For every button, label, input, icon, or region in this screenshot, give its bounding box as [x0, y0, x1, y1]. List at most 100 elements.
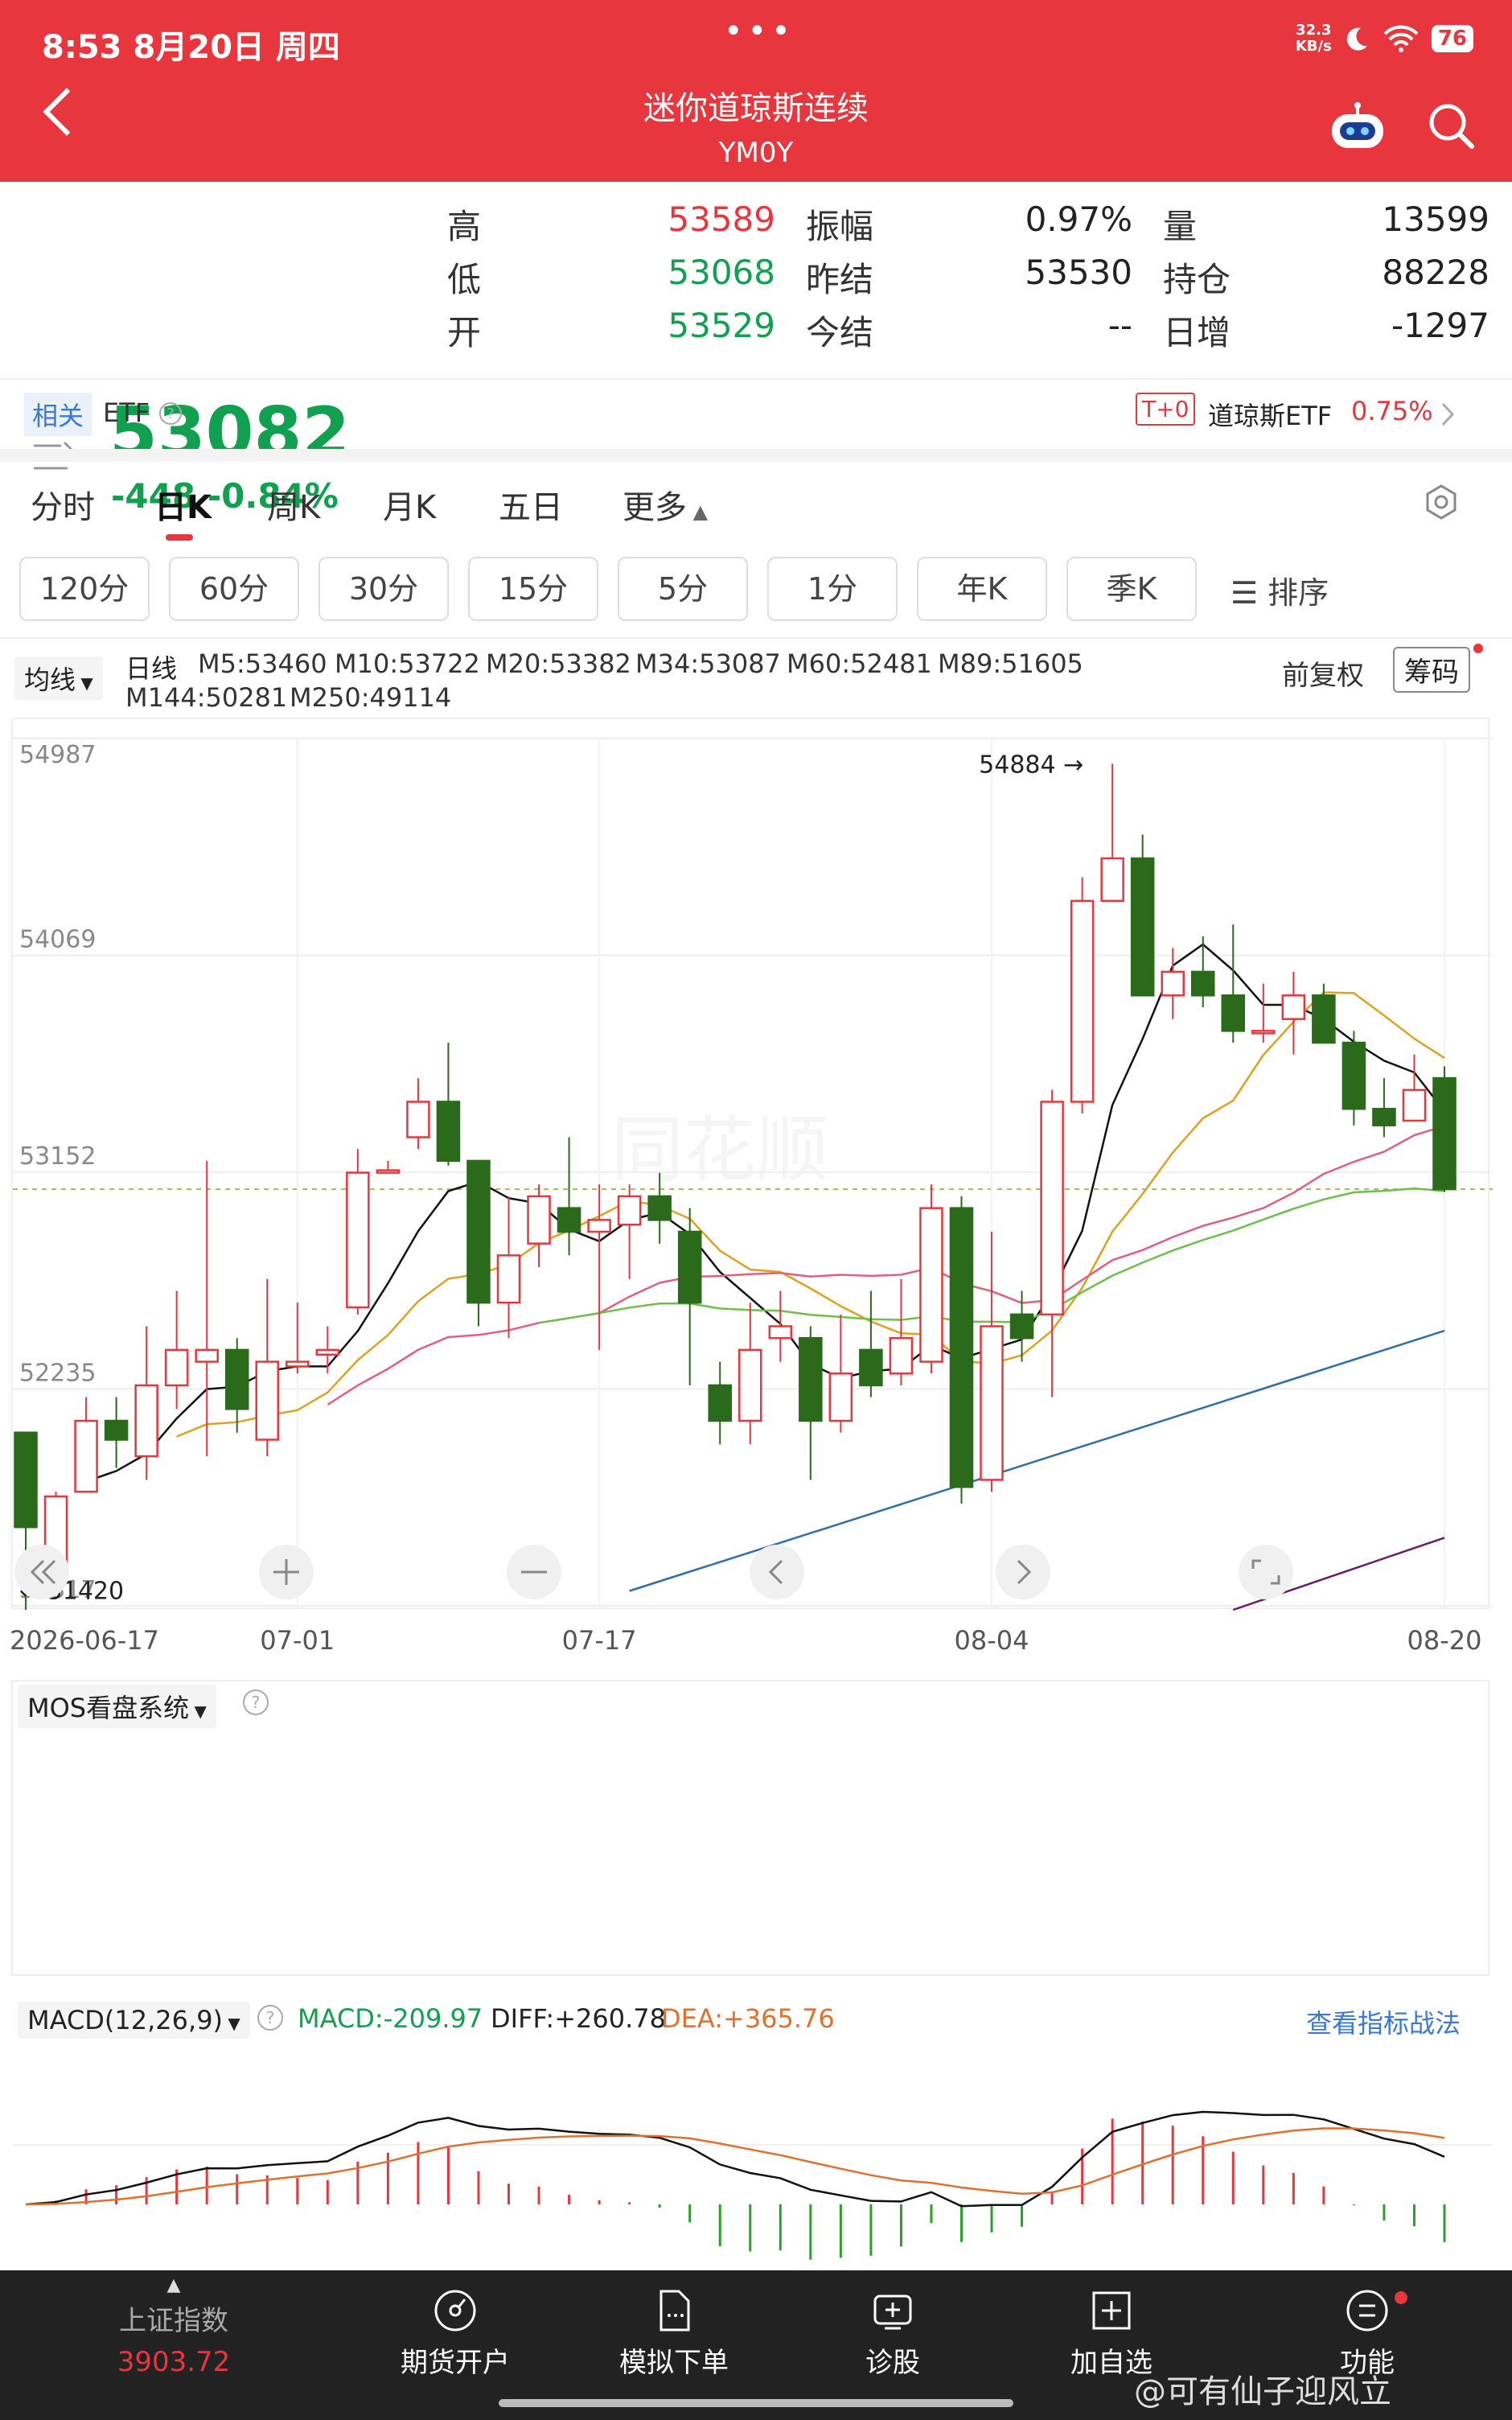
kline-chart[interactable]: 同花顺 5498754069531525223551317 2026-06-17…	[0, 708, 1512, 1665]
candle	[1190, 936, 1215, 1007]
period-60m[interactable]: 60分	[169, 557, 299, 621]
period-quarter-k[interactable]: 季K	[1066, 557, 1197, 621]
scroll-left-button[interactable]	[750, 1545, 804, 1599]
x-tick-label: 2026-06-17	[10, 1625, 159, 1656]
scroll-left-fast-button[interactable]	[14, 1545, 69, 1599]
page-subtitle: YM0Y	[718, 137, 794, 169]
diff-value: DIFF:+260.78	[491, 2003, 666, 2034]
candle-body	[346, 1171, 370, 1309]
candle	[708, 1361, 732, 1445]
candle	[466, 1159, 491, 1327]
etf-label: ETF	[103, 397, 150, 428]
assistant-robot-icon[interactable]	[1327, 101, 1388, 153]
candle	[859, 1290, 883, 1397]
ma60-label: M60:52481	[787, 648, 932, 679]
period-15m[interactable]: 15分	[468, 557, 598, 621]
period-120m[interactable]: 120分	[19, 557, 150, 621]
candle	[980, 1232, 1004, 1492]
candle-body	[1402, 1089, 1427, 1122]
candle	[1161, 948, 1185, 1019]
candle-body	[919, 1207, 943, 1363]
zoom-out-button[interactable]	[507, 1545, 561, 1599]
macd-select[interactable]: MACD(12,26,9) ▼	[18, 2002, 250, 2039]
nav-open-account[interactable]: 期货开户	[359, 2270, 552, 2380]
nav-diagnose[interactable]: 诊股	[796, 2270, 989, 2380]
value-daily-inc: -1297	[1391, 306, 1489, 345]
dea-value: DEA:+365.76	[661, 2003, 835, 2034]
zoom-in-button[interactable]	[259, 1545, 314, 1599]
high-marker: 54884 →	[979, 751, 1083, 779]
candle	[1432, 1066, 1457, 1192]
adjust-toggle[interactable]: 前复权	[1282, 653, 1364, 693]
nav-sim-order[interactable]: 模拟下单	[577, 2270, 770, 2380]
candle-body	[496, 1254, 521, 1304]
candle	[1281, 971, 1306, 1055]
nav-functions[interactable]: 功能	[1271, 2270, 1464, 2380]
tab-intraday[interactable]: 分时	[31, 481, 95, 528]
help-icon[interactable]: ?	[158, 401, 183, 426]
candle	[195, 1160, 219, 1457]
candle-body	[799, 1336, 823, 1422]
candle	[255, 1278, 280, 1457]
search-icon[interactable]	[1425, 100, 1477, 151]
settings-icon[interactable]	[1422, 483, 1461, 521]
nav-add-watchlist[interactable]: 加自选	[1015, 2270, 1208, 2380]
scroll-right-button[interactable]	[996, 1545, 1050, 1599]
battery-badge: 76	[1431, 25, 1473, 52]
candle-body	[1341, 1041, 1366, 1110]
candle-body	[315, 1348, 340, 1356]
notification-dot	[1395, 2291, 1407, 2304]
svg-text:?: ?	[266, 2008, 275, 2027]
label-open: 开	[447, 313, 482, 352]
sort-button[interactable]: ☰ 排序	[1231, 568, 1329, 612]
tab-more[interactable]: 更多 ▲	[622, 481, 708, 528]
fullscreen-button[interactable]	[1239, 1545, 1293, 1599]
y-tick-label: 53152	[19, 1142, 96, 1171]
candle	[738, 1303, 762, 1445]
nav-index[interactable]: ▲ 上证指数 3903.72	[77, 2270, 270, 2378]
candle	[1251, 983, 1276, 1043]
ma10-label: M10:53722	[335, 648, 480, 679]
candle	[1372, 1078, 1396, 1138]
candle-body	[859, 1348, 883, 1387]
candle-body	[1130, 857, 1155, 997]
header-bar: 8:53 8月20日 周四 ••• 32.3 KB/s 76 迷你道琼斯连续 YM…	[0, 0, 1512, 182]
tab-weekly-k[interactable]: 周K	[267, 481, 320, 528]
period-year-k[interactable]: 年K	[917, 557, 1047, 621]
ma20-label: M20:53382	[486, 648, 631, 679]
candle-body	[1100, 857, 1124, 903]
candle	[104, 1397, 129, 1468]
tab-monthly-k[interactable]: 月K	[383, 481, 436, 528]
value-open: 53529	[668, 306, 775, 345]
candle-body	[1432, 1076, 1457, 1191]
chips-button[interactable]: 筹码	[1393, 647, 1470, 693]
more-dots-icon[interactable]: •••	[724, 13, 795, 50]
help-icon[interactable]: ?	[256, 2003, 285, 2032]
list-icon: ☰	[1231, 575, 1259, 611]
candle	[677, 1208, 702, 1385]
candle	[1221, 924, 1246, 1043]
y-tick-label: 54987	[19, 741, 96, 769]
period-5m[interactable]: 5分	[618, 557, 748, 621]
ma-select[interactable]: 均线 ▼	[14, 656, 103, 700]
period-1m[interactable]: 1分	[767, 557, 898, 621]
label-amplitude: 振幅	[806, 207, 874, 246]
candle	[949, 1196, 974, 1504]
moon-icon	[1346, 27, 1367, 51]
candle	[889, 1278, 914, 1385]
tab-five-day[interactable]: 五日	[499, 481, 563, 528]
caret-down-icon: ▼	[76, 673, 93, 693]
etf-row[interactable]: 相关 ETF ? T+0 道琼斯ETF 0.75%	[0, 378, 1512, 449]
candle	[1070, 877, 1095, 1114]
candle	[436, 1043, 461, 1166]
svg-text:同花顺: 同花顺	[611, 1108, 828, 1192]
value-open-interest: 88228	[1382, 253, 1489, 292]
period-30m[interactable]: 30分	[318, 557, 449, 621]
tab-daily-k[interactable]: 日K	[154, 481, 212, 528]
candle	[557, 1137, 581, 1256]
label-high: 高	[447, 207, 482, 246]
home-indicator	[499, 2399, 1013, 2407]
label-prev-settle: 昨结	[806, 260, 874, 299]
candle-body	[828, 1373, 853, 1422]
candle-body	[224, 1348, 249, 1410]
